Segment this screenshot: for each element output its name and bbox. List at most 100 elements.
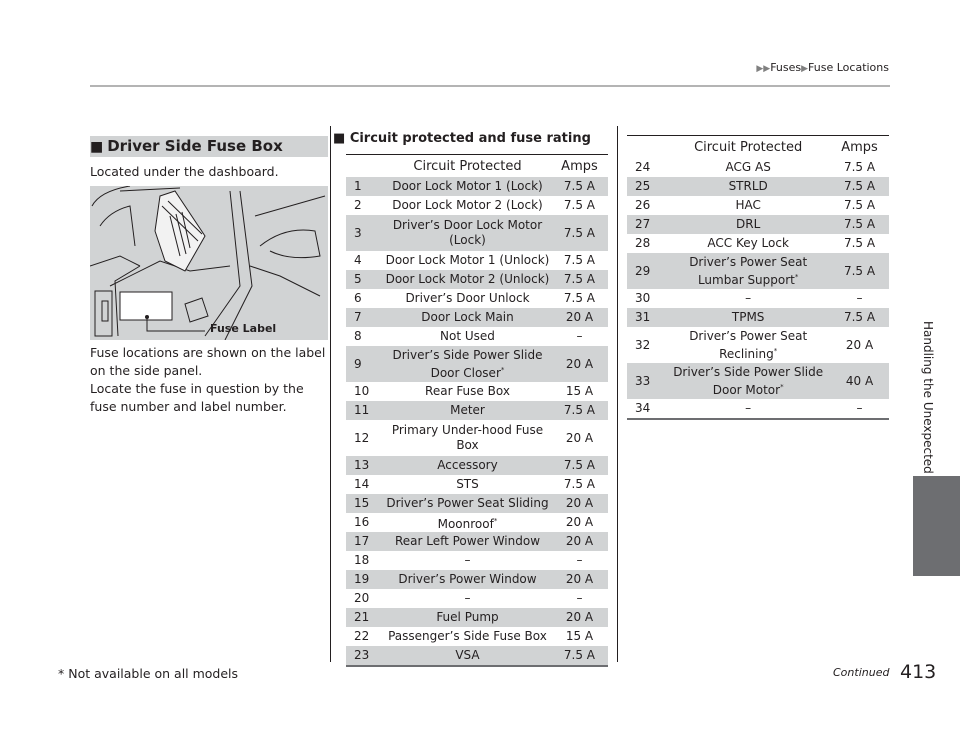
square-bullet-icon: ■ [333,131,350,146]
fuse-rating: 20 A [550,570,608,589]
table-row: 28 ACC Key Lock 7.5 A [627,234,889,253]
fuse-rating: 20 A [565,430,594,445]
column-divider [330,126,331,662]
footnote-marker: * [773,346,778,355]
footnote: * Not available on all models [58,666,239,681]
fuse-rating: 7.5 A [550,456,608,475]
fuse-rating: – [576,591,583,605]
table-row: 30 – – [627,289,889,308]
fuse-number: 6 [354,291,362,305]
circuit-name: STS [456,477,479,491]
fuse-number: 3 [346,215,385,251]
fuse-rating: 7.5 A [830,215,889,234]
table-header-row: Circuit Protected Amps [627,136,889,159]
circuit-name: ACG AS [725,160,771,174]
fuse-number: 12 [354,430,370,445]
table-row: 16 Moonroof* 20 A [346,513,608,532]
fuse-number: 13 [346,456,385,475]
square-bullet-icon: ■ [90,139,104,155]
chapter-tab[interactable] [913,476,960,576]
circuit-name: TPMS [666,308,831,327]
fuse-table-2: Circuit Protected Amps 24 ACG AS 7.5 A 25 ST… [627,135,889,420]
table-title-text: Circuit protected and fuse rating [349,131,591,146]
header-divider [90,85,890,87]
table-row: 13 Accessory 7.5 A [346,456,608,475]
table-row: 11 Meter 7.5 A [346,401,608,420]
breadcrumb-item[interactable]: Fuses [770,61,801,74]
fuse-number: 17 [346,532,385,551]
circuit-name: Driver’s Power Seat Sliding [384,494,551,513]
circuit-name: Driver’s Door Unlock [405,291,530,305]
fuse-number: 25 [627,177,667,196]
intro-text: Located under the dashboard. [90,164,279,179]
fuse-number: 2 [354,198,362,212]
circuit-name: Driver’s Door Lock Motor (Lock) [384,215,551,251]
fuse-rating: 7.5 A [830,177,889,196]
fuse-rating: 7.5 A [563,477,596,491]
table-row: 25 STRLD 7.5 A [627,177,889,196]
fuse-number: 10 [354,384,370,398]
table-row: 26 HAC 7.5 A [627,196,889,215]
fuse-number: 33 [627,363,667,399]
circuit-name: Door Lock Motor 1 (Unlock) [385,253,550,267]
fuse-number: 4 [354,253,362,267]
table-row: 12 Primary Under-hood Fuse Box 20 A [346,420,608,456]
footnote-marker: * [780,382,784,391]
fuse-number: 32 [635,337,651,352]
circuit-name: VSA [384,646,551,666]
fuse-number: 1 [346,177,385,196]
header-circuit: Circuit Protected [413,158,522,174]
fuse-rating: 7.5 A [550,177,608,196]
fuse-rating: 7.5 A [830,308,889,327]
circuit-name: Driver’s Power Seat Lumbar Support* [666,253,831,289]
page-number: 413 [900,661,937,683]
fuse-label-callout: Fuse Label [210,322,277,335]
table-row: 14 STS 7.5 A [346,475,608,494]
fuse-number: 8 [354,329,362,343]
circuit-name: Rear Left Power Window [384,532,551,551]
table-row: 2 Door Lock Motor 2 (Lock) 7.5 A [346,196,608,215]
fuse-rating: 7.5 A [563,253,596,267]
fuse-number: 29 [627,253,667,289]
header-amps: Amps [841,139,878,155]
fuse-rating: 7.5 A [563,198,596,212]
circuit-name: – [745,401,752,415]
fuse-rating: 7.5 A [563,291,596,305]
fuse-number: 26 [635,198,651,212]
fuse-number: 18 [354,553,370,567]
footnote-marker: * [493,516,498,525]
circuit-name: Moonroof* [437,516,498,531]
fuse-table-1: Circuit Protected Amps 1 Door Lock Motor … [346,154,608,667]
table-row: 8 Not Used – [346,327,608,346]
circuit-name: Primary Under-hood Fuse Box [391,423,544,452]
fuse-rating: 7.5 A [830,253,889,289]
column-divider [617,126,618,662]
table-row: 19 Driver’s Power Window 20 A [346,570,608,589]
header-num [346,155,384,178]
fuse-rating: 40 A [830,363,889,399]
table-title: ■ Circuit protected and fuse rating [333,131,591,146]
header-circuit: Circuit Protected [694,139,803,155]
breadcrumb-item[interactable]: Fuse Locations [808,61,889,74]
circuit-name: DRL [666,215,831,234]
circuit-name: – [464,591,471,605]
table-row: 23 VSA 7.5 A [346,646,608,666]
instruction-line: Locate the fuse in question by the fuse … [90,381,304,414]
fuse-rating: 20 A [550,308,608,327]
fuse-rating: 20 A [550,494,608,513]
fuse-rating: 20 A [550,532,608,551]
fuse-number: 16 [354,515,370,529]
instruction-line: Fuse locations are shown on the label on… [90,345,326,378]
fuse-rating: 7.5 A [843,236,876,250]
fuse-rating: 20 A [565,515,594,529]
header-amps: Amps [561,158,598,174]
circuit-name: Driver’s Side Power Slide Door Closer* [384,346,551,382]
circuit-name: Door Lock Motor 1 (Lock) [384,177,551,196]
fuse-rating: – [856,401,863,415]
table-row: 33 Driver’s Side Power Slide Door Motor* 4… [627,363,889,399]
fuse-number: 27 [627,215,667,234]
table-header-row: Circuit Protected Amps [346,155,608,178]
table-row: 21 Fuel Pump 20 A [346,608,608,627]
fuse-number: 30 [635,291,651,305]
fuse-rating: 15 A [565,629,594,643]
